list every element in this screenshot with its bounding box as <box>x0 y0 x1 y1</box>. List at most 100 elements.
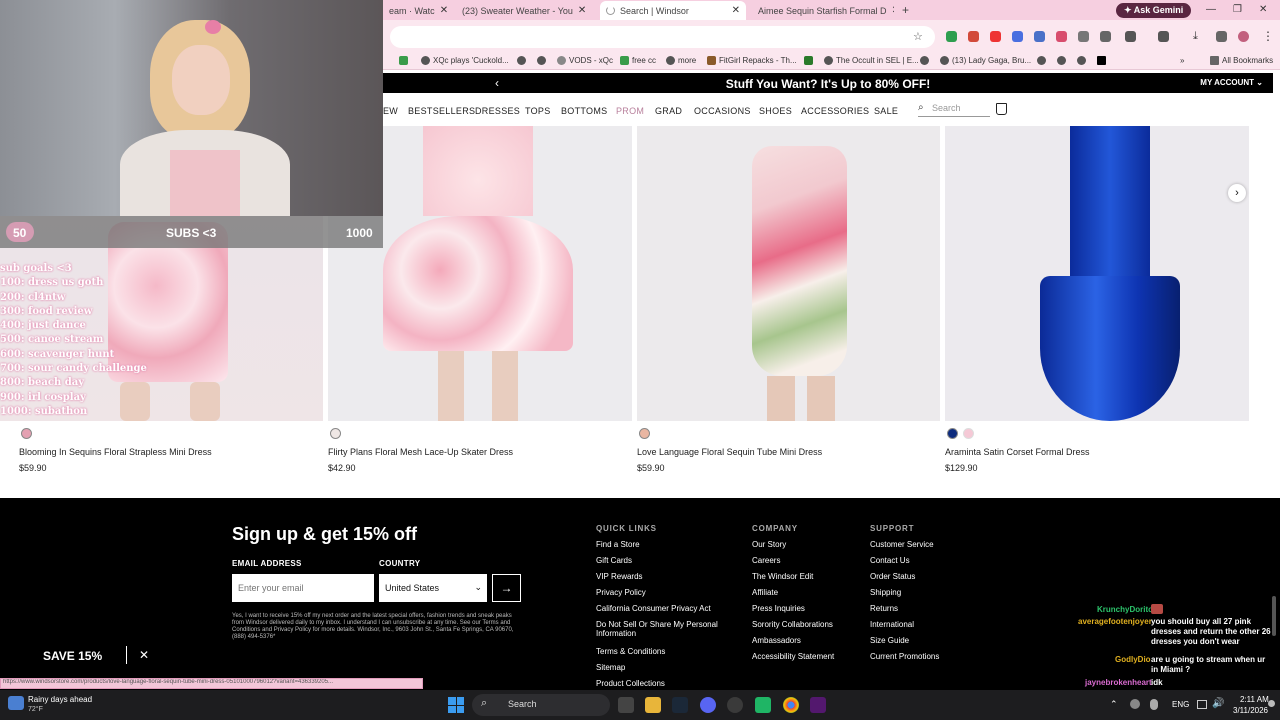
profile-avatar-icon[interactable] <box>1238 31 1249 42</box>
bookmark-item[interactable]: VODS - xQc <box>557 52 613 69</box>
download-icon[interactable]: ⤓ <box>1193 30 1198 43</box>
browser-tab[interactable]: Aimee Sequin Starfish Formal D ✕ <box>752 1 894 20</box>
product-name[interactable]: Araminta Satin Corset Formal Dress <box>945 447 1090 457</box>
bookmark-item[interactable] <box>1097 52 1106 69</box>
product-image[interactable] <box>637 126 940 421</box>
volume-icon[interactable]: 🔊 <box>1212 698 1224 709</box>
footer-link[interactable]: Returns <box>870 604 898 613</box>
bookmark-item[interactable]: (13) Lady Gaga, Bru... <box>940 52 1031 69</box>
bookmark-item[interactable] <box>1037 52 1046 69</box>
footer-link[interactable]: Careers <box>752 556 780 565</box>
footer-link[interactable]: Ambassadors <box>752 636 801 645</box>
footer-link[interactable]: Gift Cards <box>596 556 632 565</box>
ask-gemini-button[interactable]: ✦ Ask Gemini <box>1116 3 1192 18</box>
footer-link[interactable]: Current Promotions <box>870 652 939 661</box>
bookmark-item[interactable] <box>1057 52 1066 69</box>
close-window-icon[interactable]: ✕ <box>1259 4 1267 15</box>
nav-item-accessories[interactable]: ACCESSORIES <box>801 106 869 116</box>
footer-link[interactable]: Sitemap <box>596 663 625 672</box>
carousel-next-button[interactable]: › <box>1228 184 1246 202</box>
color-swatch[interactable] <box>639 428 650 439</box>
minimize-icon[interactable]: — <box>1206 4 1216 15</box>
close-icon[interactable]: ✕ <box>732 5 740 16</box>
extension-icon[interactable] <box>1100 31 1111 42</box>
task-view-icon[interactable] <box>618 697 634 713</box>
nav-item-bestsellers[interactable]: BESTSELLERS <box>408 106 475 116</box>
nav-item-sale[interactable]: SALE <box>874 106 898 116</box>
nav-item-new[interactable]: EW <box>383 106 398 116</box>
language-indicator[interactable]: ENG <box>1172 700 1189 709</box>
chevron-left-icon[interactable]: ‹ <box>495 76 499 90</box>
browser-tab[interactable]: (23) Sweater Weather - You ✕ <box>451 1 591 20</box>
footer-link[interactable]: Sorority Collaborations <box>752 620 833 629</box>
bookmark-star-icon[interactable]: ☆ <box>913 30 923 43</box>
extension-icon[interactable] <box>968 31 979 42</box>
footer-link[interactable]: Privacy Policy <box>596 588 646 597</box>
extension-icon[interactable] <box>1012 31 1023 42</box>
maximize-icon[interactable]: ❐ <box>1233 4 1242 15</box>
footer-link[interactable]: Terms & Conditions <box>596 647 665 656</box>
footer-link[interactable]: Our Story <box>752 540 786 549</box>
all-bookmarks-button[interactable]: All Bookmarks <box>1210 52 1273 69</box>
color-swatch[interactable] <box>330 428 341 439</box>
bookmark-item[interactable]: FitGirl Repacks - Th... <box>707 52 797 69</box>
close-icon[interactable]: ✕ <box>892 5 894 16</box>
discord-icon[interactable] <box>700 697 716 713</box>
footer-link[interactable]: Do Not Sell Or Share My Personal Informa… <box>596 620 726 638</box>
weather-title[interactable]: Rainy days ahead <box>28 695 92 704</box>
footer-link[interactable]: Order Status <box>870 572 915 581</box>
nav-item-occasions[interactable]: OCCASIONS <box>694 106 751 116</box>
clock-time[interactable]: 2:11 AM <box>1240 695 1269 704</box>
nav-item-grad[interactable]: GRAD <box>655 106 682 116</box>
close-icon[interactable]: ✕ <box>139 648 149 662</box>
bookmark-item[interactable]: free cc <box>620 52 656 69</box>
bookmark-item[interactable]: more <box>666 52 696 69</box>
new-tab-button[interactable]: + <box>902 3 909 17</box>
close-icon[interactable]: ✕ <box>578 5 586 16</box>
footer-link[interactable]: Product Collections <box>596 679 665 688</box>
footer-link[interactable]: California Consumer Privacy Act <box>596 604 711 613</box>
clock-date[interactable]: 3/11/2026 <box>1233 706 1268 715</box>
color-swatch[interactable] <box>21 428 32 439</box>
extension-icon[interactable] <box>990 31 1001 42</box>
extension-icon[interactable] <box>1034 31 1045 42</box>
menu-kebab-icon[interactable]: ⋮ <box>1262 29 1274 43</box>
footer-link[interactable]: Customer Service <box>870 540 934 549</box>
windows-start-icon[interactable] <box>448 697 464 713</box>
steam-icon[interactable] <box>672 697 688 713</box>
footer-link[interactable]: Contact Us <box>870 556 910 565</box>
bookmark-item[interactable] <box>537 52 546 69</box>
email-input[interactable] <box>232 574 374 602</box>
signup-submit-button[interactable]: → <box>492 574 521 602</box>
country-select[interactable]: United States ⌄ <box>379 574 487 602</box>
product-image[interactable] <box>945 126 1249 421</box>
nav-item-shoes[interactable]: SHOES <box>759 106 792 116</box>
bookmark-item[interactable] <box>517 52 526 69</box>
shopping-bag-icon[interactable] <box>996 103 1007 115</box>
taskbar-search[interactable]: ⌕ Search <box>472 694 610 716</box>
extension-icon[interactable] <box>946 31 957 42</box>
chevron-right-icon[interactable]: › <box>766 76 770 90</box>
footer-link[interactable]: The Windsor Edit <box>752 572 813 581</box>
kick-icon[interactable] <box>810 697 826 713</box>
footer-link[interactable]: Find a Store <box>596 540 640 549</box>
nav-item-bottoms[interactable]: BOTTOMS <box>561 106 607 116</box>
apps-icon[interactable] <box>399 52 408 69</box>
file-explorer-icon[interactable] <box>645 697 661 713</box>
browser-tab[interactable]: eam · Watc ✕ <box>383 1 451 20</box>
footer-link[interactable]: International <box>870 620 914 629</box>
footer-link[interactable]: Press Inquiries <box>752 604 805 613</box>
media-icon[interactable] <box>1216 31 1227 42</box>
footer-link[interactable]: Size Guide <box>870 636 909 645</box>
save-15-banner[interactable]: SAVE 15% ✕ <box>0 640 162 670</box>
obs-icon[interactable] <box>727 697 743 713</box>
close-icon[interactable]: ✕ <box>440 5 448 16</box>
browser-tab-active[interactable]: Search | Windsor ✕ <box>600 1 746 20</box>
weather-icon[interactable] <box>8 696 24 710</box>
product-name[interactable]: Flirty Plans Floral Mesh Lace-Up Skater … <box>328 447 513 457</box>
microphone-icon[interactable] <box>1150 699 1158 710</box>
bookmark-item[interactable] <box>920 52 929 69</box>
bookmarks-overflow-icon[interactable]: » <box>1180 52 1184 69</box>
monitor-icon[interactable] <box>1197 700 1207 709</box>
footer-link[interactable]: Affiliate <box>752 588 778 597</box>
